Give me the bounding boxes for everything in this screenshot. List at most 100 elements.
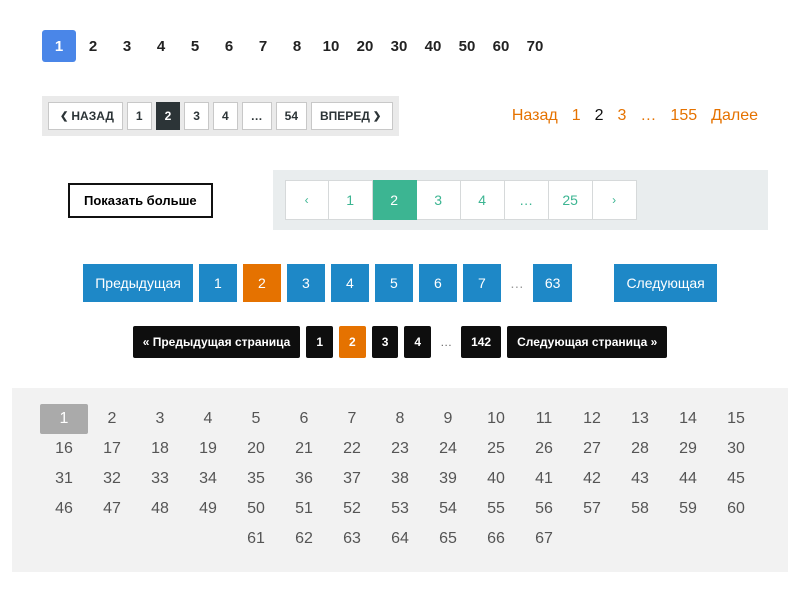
page-4[interactable]: 4 xyxy=(144,30,178,62)
next-button[interactable]: Следующая xyxy=(614,264,716,302)
prev-link[interactable]: Назад xyxy=(512,107,558,125)
page-66[interactable]: 66 xyxy=(472,524,520,554)
page-3[interactable]: 3 xyxy=(136,404,184,434)
page-3[interactable]: 3 xyxy=(184,102,209,130)
page-26[interactable]: 26 xyxy=(520,434,568,464)
page-6[interactable]: 6 xyxy=(212,30,246,62)
page-36[interactable]: 36 xyxy=(280,464,328,494)
page-2[interactable]: 2 xyxy=(88,404,136,434)
page-12[interactable]: 12 xyxy=(568,404,616,434)
page-41[interactable]: 41 xyxy=(520,464,568,494)
page-8[interactable]: 8 xyxy=(280,30,314,62)
next-link[interactable]: Далее xyxy=(711,107,758,125)
page-1[interactable]: 1 xyxy=(199,264,237,302)
page-23[interactable]: 23 xyxy=(376,434,424,464)
page-54[interactable]: 54 xyxy=(424,494,472,524)
page-60[interactable]: 60 xyxy=(712,494,760,524)
page-3[interactable]: 3 xyxy=(372,326,399,358)
page-10[interactable]: 10 xyxy=(472,404,520,434)
page-46[interactable]: 46 xyxy=(40,494,88,524)
page-2[interactable]: 2 xyxy=(595,107,604,125)
page-21[interactable]: 21 xyxy=(280,434,328,464)
page-1[interactable]: 1 xyxy=(572,107,581,125)
page-59[interactable]: 59 xyxy=(664,494,712,524)
page-19[interactable]: 19 xyxy=(184,434,232,464)
page-20[interactable]: 20 xyxy=(232,434,280,464)
page-3[interactable]: 3 xyxy=(417,180,461,220)
page-29[interactable]: 29 xyxy=(664,434,712,464)
page-18[interactable]: 18 xyxy=(136,434,184,464)
page-1[interactable]: 1 xyxy=(329,180,373,220)
page-61[interactable]: 61 xyxy=(232,524,280,554)
page-4[interactable]: 4 xyxy=(331,264,369,302)
page-37[interactable]: 37 xyxy=(328,464,376,494)
page-5[interactable]: 5 xyxy=(375,264,413,302)
page-22[interactable]: 22 xyxy=(328,434,376,464)
page-last[interactable]: 63 xyxy=(533,264,573,302)
page-24[interactable]: 24 xyxy=(424,434,472,464)
page-15[interactable]: 15 xyxy=(712,404,760,434)
page-51[interactable]: 51 xyxy=(280,494,328,524)
show-more-button[interactable]: Показать больше xyxy=(68,183,213,218)
page-1[interactable]: 1 xyxy=(42,30,76,62)
page-1[interactable]: 1 xyxy=(127,102,152,130)
page-49[interactable]: 49 xyxy=(184,494,232,524)
page-1[interactable]: 1 xyxy=(306,326,333,358)
page-57[interactable]: 57 xyxy=(568,494,616,524)
page-64[interactable]: 64 xyxy=(376,524,424,554)
page-32[interactable]: 32 xyxy=(88,464,136,494)
page-7[interactable]: 7 xyxy=(246,30,280,62)
page-4[interactable]: 4 xyxy=(184,404,232,434)
page-4[interactable]: 4 xyxy=(461,180,505,220)
page-2[interactable]: 2 xyxy=(156,102,181,130)
page-39[interactable]: 39 xyxy=(424,464,472,494)
page-33[interactable]: 33 xyxy=(136,464,184,494)
page-25[interactable]: 25 xyxy=(549,180,593,220)
page-25[interactable]: 25 xyxy=(472,434,520,464)
page-40[interactable]: 40 xyxy=(472,464,520,494)
page-4[interactable]: 4 xyxy=(213,102,238,130)
page-48[interactable]: 48 xyxy=(136,494,184,524)
page-3[interactable]: 3 xyxy=(287,264,325,302)
page-3[interactable]: 3 xyxy=(110,30,144,62)
page-last[interactable]: 142 xyxy=(461,326,501,358)
page-60[interactable]: 60 xyxy=(484,30,518,62)
page-34[interactable]: 34 xyxy=(184,464,232,494)
page-30[interactable]: 30 xyxy=(712,434,760,464)
page-2[interactable]: 2 xyxy=(76,30,110,62)
page-17[interactable]: 17 xyxy=(88,434,136,464)
page-50[interactable]: 50 xyxy=(450,30,484,62)
page-20[interactable]: 20 xyxy=(348,30,382,62)
page-58[interactable]: 58 xyxy=(616,494,664,524)
page-155[interactable]: 155 xyxy=(670,107,697,125)
page-1[interactable]: 1 xyxy=(40,404,88,434)
page-42[interactable]: 42 xyxy=(568,464,616,494)
page-43[interactable]: 43 xyxy=(616,464,664,494)
page-3[interactable]: 3 xyxy=(618,107,627,125)
page-63[interactable]: 63 xyxy=(328,524,376,554)
page-5[interactable]: 5 xyxy=(232,404,280,434)
page-5[interactable]: 5 xyxy=(178,30,212,62)
page-14[interactable]: 14 xyxy=(664,404,712,434)
page-47[interactable]: 47 xyxy=(88,494,136,524)
page-11[interactable]: 11 xyxy=(520,404,568,434)
next-button[interactable]: Следующая страница » xyxy=(507,326,667,358)
page-4[interactable]: 4 xyxy=(404,326,431,358)
page-65[interactable]: 65 xyxy=(424,524,472,554)
page-16[interactable]: 16 xyxy=(40,434,88,464)
page-2[interactable]: 2 xyxy=(243,264,281,302)
prev-button[interactable]: « Предыдущая страница xyxy=(133,326,301,358)
page-6[interactable]: 6 xyxy=(419,264,457,302)
page-54[interactable]: 54 xyxy=(276,102,307,130)
page-9[interactable]: 9 xyxy=(424,404,472,434)
page-7[interactable]: 7 xyxy=(463,264,501,302)
page-44[interactable]: 44 xyxy=(664,464,712,494)
page-53[interactable]: 53 xyxy=(376,494,424,524)
page-27[interactable]: 27 xyxy=(568,434,616,464)
prev-button[interactable]: ‹ xyxy=(285,180,329,220)
page-56[interactable]: 56 xyxy=(520,494,568,524)
prev-button[interactable]: ❮НАЗАД xyxy=(48,102,123,130)
page-10[interactable]: 10 xyxy=(314,30,348,62)
page-2[interactable]: 2 xyxy=(373,180,417,220)
page-28[interactable]: 28 xyxy=(616,434,664,464)
